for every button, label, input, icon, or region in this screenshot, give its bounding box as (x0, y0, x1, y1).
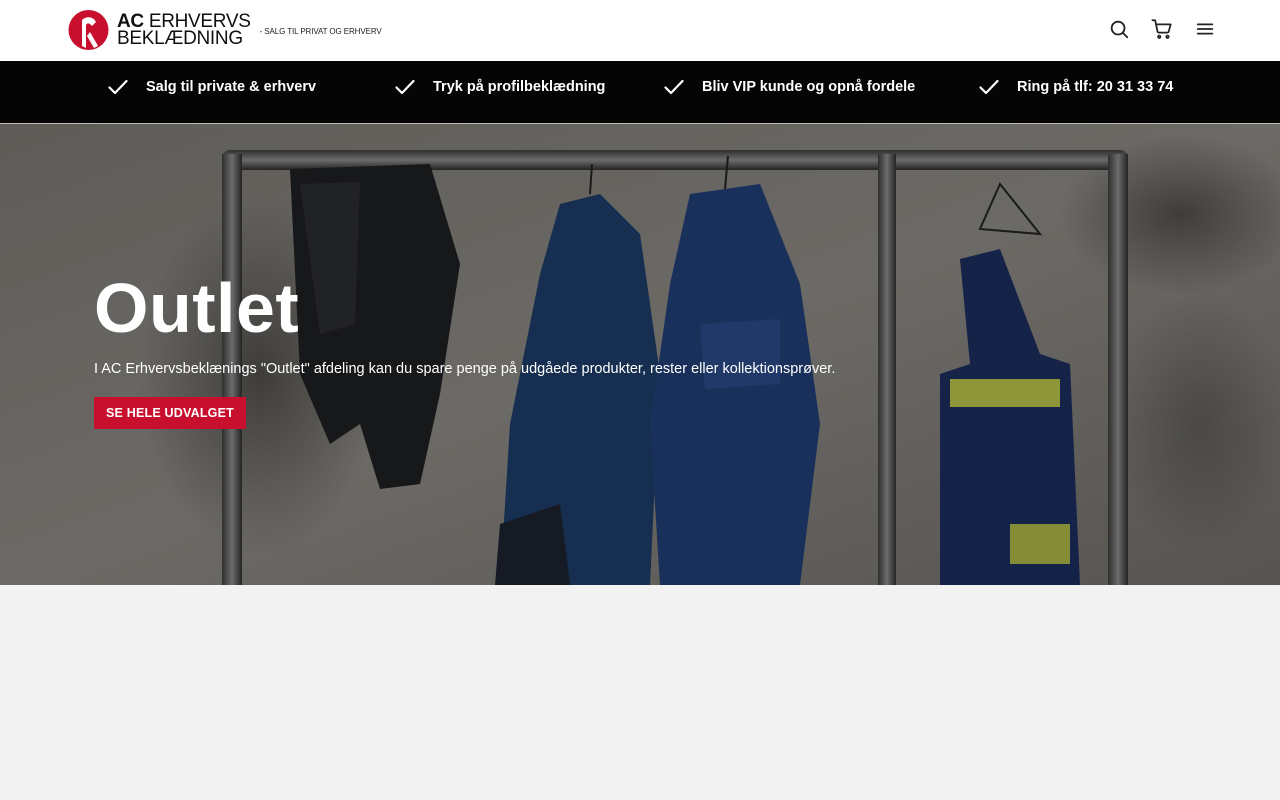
logo-brand-line2: BEKLÆDNING (117, 28, 243, 49)
usp-label: Salg til private & erhverv (146, 79, 317, 95)
usp-item: Salg til private & erhverv (108, 76, 316, 98)
checkmark-icon (664, 79, 684, 95)
logo-tagline: - SALG TIL PRIVAT OG ERHVERV (259, 27, 382, 36)
checkmark-icon (395, 79, 415, 95)
cart-icon[interactable] (1151, 17, 1173, 41)
checkmark-icon (108, 79, 128, 95)
search-icon[interactable] (1108, 17, 1130, 41)
logo-mark-icon (68, 10, 109, 50)
usp-bar: Salg til private & erhverv Tryk på profi… (0, 61, 1280, 124)
usp-label: Bliv VIP kunde og opnå fordele (702, 79, 916, 95)
usp-item: Tryk på profilbeklædning (395, 76, 605, 98)
logo[interactable]: AC ERHVERVS BEKLÆDNING - SALG TIL PRIVAT… (68, 10, 382, 50)
usp-item: Bliv VIP kunde og opnå fordele (664, 76, 915, 98)
page-content-area (0, 585, 1280, 800)
usp-label: Tryk på profilbeklædning (433, 79, 606, 95)
hero-content: Outlet I AC Erhvervsbeklænings "Outlet" … (94, 270, 835, 429)
hero-subtitle: I AC Erhvervsbeklænings "Outlet" afdelin… (94, 361, 836, 377)
see-all-button[interactable]: SE HELE UDVALGET (94, 397, 246, 429)
checkmark-icon (979, 79, 999, 95)
usp-item: Ring på tlf: 20 31 33 74 (979, 76, 1173, 98)
site-header: AC ERHVERVS BEKLÆDNING - SALG TIL PRIVAT… (0, 0, 1280, 61)
logo-wordmark: AC ERHVERVS BEKLÆDNING (117, 12, 251, 49)
header-actions (1108, 17, 1216, 41)
usp-label: Ring på tlf: 20 31 33 74 (1017, 79, 1174, 95)
hero-banner: Outlet I AC Erhvervsbeklænings "Outlet" … (0, 124, 1280, 585)
menu-icon[interactable] (1194, 17, 1216, 41)
hero-title: Outlet (94, 269, 300, 347)
